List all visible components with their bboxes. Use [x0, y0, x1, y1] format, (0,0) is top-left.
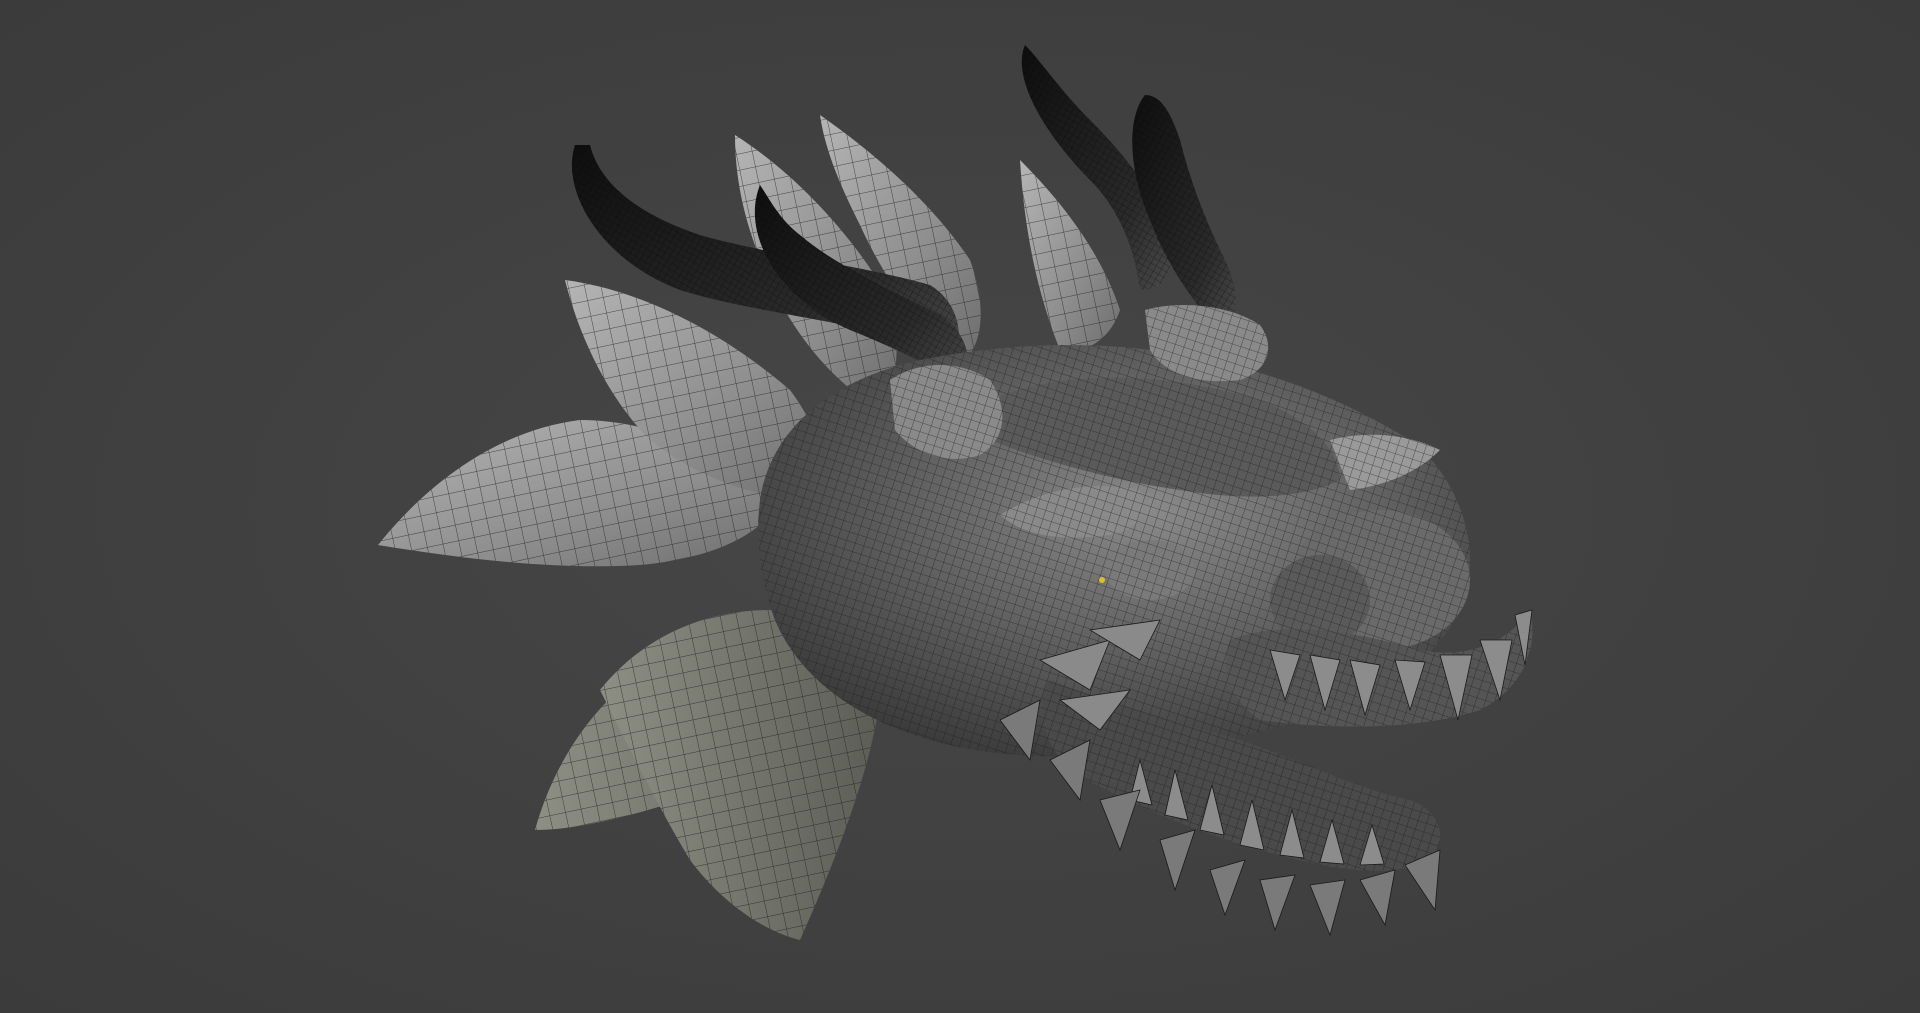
dragon-head-model[interactable] [0, 0, 1920, 1013]
eye-highlight [1099, 577, 1105, 583]
3d-viewport[interactable] [0, 0, 1920, 1013]
